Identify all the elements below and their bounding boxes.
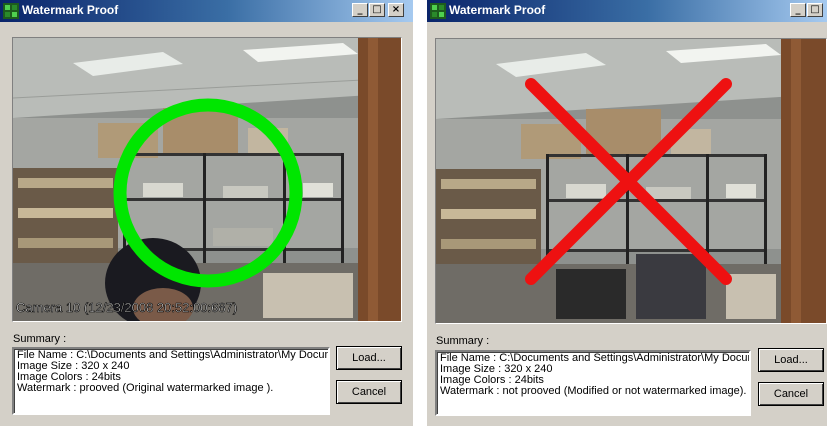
summary-textbox[interactable]: File Name : C:\Documents and Settings\Ad…	[12, 347, 330, 415]
title-bar[interactable]: Watermark Proof _ □ ×	[0, 0, 413, 22]
watermark-window-modified: Watermark Proof _ □ Summary: File Name …	[427, 0, 827, 426]
summary-line: Watermark : not prooved (Modified or not…	[440, 385, 747, 397]
window-title: Watermark Proof	[22, 3, 119, 17]
window-title: Watermark Proof	[449, 3, 546, 17]
summary-textbox[interactable]: File Name : C:\Documents and Settings\Ad…	[435, 350, 751, 416]
office-photo: Camera 10 (12/23/2008 20:52:00:687)	[13, 38, 401, 321]
cancel-button[interactable]: Cancel	[336, 380, 402, 404]
minimize-button[interactable]: _	[790, 3, 806, 17]
camera-timestamp-overlay: Camera 10 (12/23/2008 20:52:00:687)	[16, 300, 237, 315]
office-photo	[436, 39, 826, 323]
image-preview: Camera 10 (12/23/2008 20:52:00:687)	[12, 37, 402, 322]
load-button[interactable]: Load...	[758, 348, 824, 372]
app-icon	[3, 3, 19, 19]
cancel-button[interactable]: Cancel	[758, 382, 824, 406]
summary-line: Watermark : prooved (Original watermarke…	[17, 382, 274, 394]
window-gap	[413, 0, 427, 426]
maximize-button[interactable]: □	[369, 3, 385, 17]
minimize-button[interactable]: _	[352, 3, 368, 17]
summary-label: Summary :	[436, 335, 490, 347]
image-preview	[435, 38, 827, 324]
summary-label: Summary :	[13, 333, 67, 345]
load-button[interactable]: Load...	[336, 346, 402, 370]
close-button[interactable]: ×	[388, 3, 404, 17]
app-icon	[430, 3, 446, 19]
watermark-window-original: Watermark Proof _ □ × Camera 10 (12/23/2…	[0, 0, 413, 426]
maximize-button[interactable]: □	[807, 3, 823, 17]
title-bar[interactable]: Watermark Proof _ □	[427, 0, 827, 22]
